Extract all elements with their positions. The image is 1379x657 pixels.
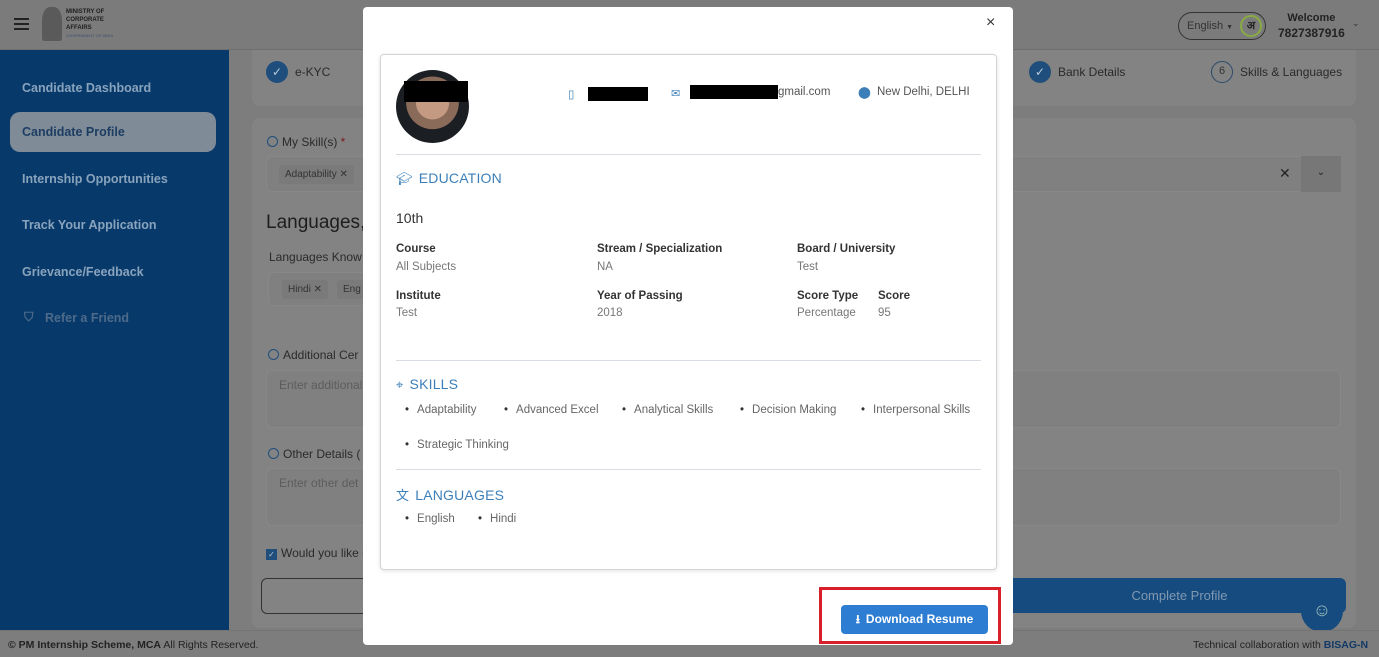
logo-line: GOVERNMENT OF INDIA (66, 33, 114, 38)
languages-heading: Languages, (266, 212, 366, 233)
languages-known-label: Languages Know (269, 250, 362, 264)
sidebar-item-refer-friend[interactable]: ⛉ Refer a Friend (10, 298, 216, 338)
email-text: gmail.com (778, 86, 831, 98)
skill-item: Adaptability (405, 404, 476, 416)
field-value: All Subjects (396, 261, 457, 273)
field-value: Percentage (797, 307, 856, 319)
download-resume-button[interactable]: ⭳ Download Resume (841, 605, 988, 634)
step-ekyc[interactable]: e-KYC (295, 65, 330, 79)
ministry-logo-text: MINISTRY OF CORPORATE AFFAIRS GOVERNMENT… (66, 8, 113, 40)
language-chip[interactable]: Hindi ✕ (282, 280, 328, 299)
field-label: Institute (396, 290, 441, 302)
skill-item: Advanced Excel (504, 404, 598, 416)
copyright: © PM Internship Scheme, MCA All Rights R… (8, 639, 259, 651)
info-icon (268, 349, 279, 360)
skill-item: Decision Making (740, 404, 836, 416)
field-label: Score Type (797, 290, 859, 302)
check-icon: ✓ (266, 61, 288, 83)
redaction-bar (690, 85, 778, 99)
sidebar: Candidate Dashboard Candidate Profile In… (0, 50, 229, 630)
additional-cert-label: Additional Cer (268, 348, 358, 362)
step-skills-languages[interactable]: Skills & Languages (1240, 65, 1342, 79)
sidebar-item-candidate-profile[interactable]: Candidate Profile (10, 112, 216, 152)
field-value: 2018 (597, 307, 623, 319)
skill-item: Interpersonal Skills (861, 404, 970, 416)
welcome-text: Welcome (1287, 12, 1336, 24)
field-value: Test (396, 307, 418, 319)
logo-line: AFFAIRS (66, 25, 92, 31)
back-button[interactable] (261, 578, 371, 614)
skill-item: Strategic Thinking (405, 439, 509, 451)
clear-icon[interactable]: ✕ (1279, 165, 1291, 182)
close-icon[interactable]: × (986, 14, 995, 32)
language-item: Hindi (478, 513, 516, 525)
language-value: English (1187, 20, 1224, 32)
step-number: 6 (1211, 61, 1233, 83)
redaction-bar (404, 81, 468, 102)
location-pin-icon: ⬤ (858, 87, 871, 99)
hamburger-menu-icon[interactable] (14, 18, 29, 30)
national-emblem-logo (42, 7, 62, 41)
remove-icon[interactable]: ✕ (314, 284, 322, 295)
user-id: 7827387916 (1278, 26, 1345, 40)
other-details-placeholder: Enter other det (279, 476, 359, 490)
sidebar-item-candidate-dashboard[interactable]: Candidate Dashboard (10, 68, 216, 108)
languages-heading: 文 LANGUAGES (396, 487, 505, 503)
mail-icon: ✉ (671, 88, 681, 100)
field-value: Test (797, 261, 819, 273)
field-value: NA (597, 261, 613, 273)
education-level: 10th (396, 210, 424, 226)
location-text: New Delhi, DELHI (877, 86, 970, 98)
divider (396, 154, 981, 155)
sidebar-item-grievance-feedback[interactable]: Grievance/Feedback (10, 252, 216, 292)
chevron-down-icon[interactable]: ⌄ (1352, 18, 1360, 29)
translate-icon: 文 (396, 488, 410, 503)
collab-text: Technical collaboration with BISAG-N (1193, 639, 1369, 651)
education-heading: 🎓︎ EDUCATION (396, 170, 502, 186)
logo-line: MINISTRY OF (66, 9, 105, 15)
step-bank-details[interactable]: Bank Details (1058, 65, 1125, 79)
logo-line: CORPORATE (66, 17, 104, 23)
check-icon: ✓ (1029, 61, 1051, 83)
field-label: Course (396, 243, 436, 255)
additional-cert-placeholder: Enter additional (279, 378, 363, 392)
download-icon: ⭳ (855, 612, 860, 626)
field-value: 95 (878, 307, 891, 319)
field-label: Year of Passing (597, 290, 683, 302)
user-menu[interactable]: Welcome 7827387916 (1278, 11, 1345, 41)
field-label: Board / University (797, 243, 896, 255)
crosshair-icon: ⌖ (396, 377, 404, 392)
chevron-down-icon[interactable]: ⌄ (1301, 156, 1341, 192)
skills-label: My Skill(s) * (267, 135, 345, 149)
info-icon (268, 448, 279, 459)
skill-item: Analytical Skills (622, 404, 713, 416)
chatbot-icon[interactable]: ☺ (1301, 590, 1343, 632)
consent-checkbox[interactable]: ✓ Would you like u (266, 546, 369, 560)
other-details-label: Other Details ( (268, 447, 360, 461)
sidebar-item-track-application[interactable]: Track Your Application (10, 205, 216, 245)
skills-heading: ⌖ SKILLS (396, 376, 459, 392)
language-switch-icon[interactable]: अ (1240, 15, 1262, 37)
checkbox-checked-icon: ✓ (266, 549, 277, 560)
redaction-bar (588, 87, 648, 101)
divider (396, 360, 981, 361)
graduation-cap-icon: 🎓︎ (396, 171, 413, 186)
field-label: Stream / Specialization (597, 243, 723, 255)
caret-down-icon: ▼ (1226, 24, 1234, 31)
divider (396, 469, 981, 470)
gift-icon: ⛉ (24, 310, 34, 324)
info-icon (267, 136, 278, 147)
sidebar-item-label: Refer a Friend (45, 311, 130, 325)
sidebar-item-internship-opportunities[interactable]: Internship Opportunities (10, 159, 216, 199)
skill-chip[interactable]: Adaptability ✕ (279, 165, 354, 184)
phone-icon: ▯ (568, 89, 575, 101)
complete-profile-button[interactable]: Complete Profile (1013, 578, 1346, 613)
field-label: Score (878, 290, 910, 302)
language-item: English (405, 513, 455, 525)
remove-icon[interactable]: ✕ (339, 169, 347, 180)
